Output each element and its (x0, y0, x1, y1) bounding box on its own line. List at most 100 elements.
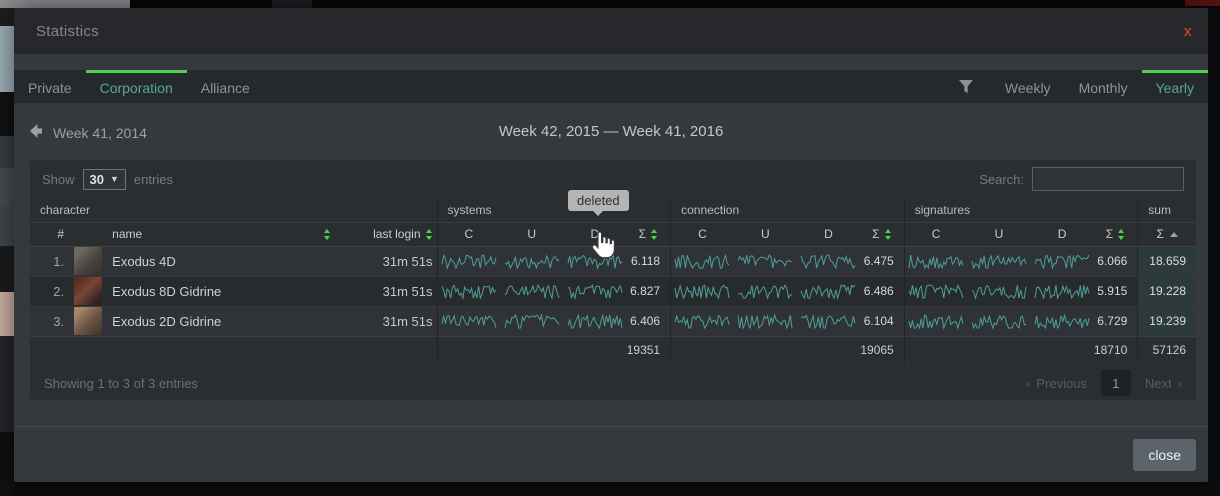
connection-sum-value: 6.104 (860, 306, 904, 336)
background-gray-bar (0, 0, 130, 8)
week-navigation: Week 41, 2014 Week 42, 2015 — Week 41, 2… (14, 118, 1208, 152)
tab-alliance[interactable]: Alliance (187, 70, 264, 103)
sparkline-chart (441, 312, 497, 330)
column-header-signatures-u[interactable]: U (967, 222, 1030, 246)
row-total-value: 19.228 (1138, 276, 1196, 306)
column-header-name[interactable]: name (106, 222, 331, 246)
tab-monthly[interactable]: Monthly (1065, 70, 1142, 103)
name-header-label: name (112, 227, 142, 241)
column-header-connection-d[interactable]: D (797, 222, 860, 246)
sparkline-chart (1034, 312, 1090, 330)
grand-total: 57126 (1138, 336, 1196, 364)
sparkline-chart (1034, 252, 1090, 270)
last-login-value: 31m 51s (331, 276, 437, 306)
show-label: Show (42, 172, 75, 187)
character-avatar (74, 247, 102, 275)
connection-sum-value: 6.486 (860, 276, 904, 306)
sparkline-chart (971, 282, 1027, 300)
group-header-sum[interactable]: sum (1138, 198, 1196, 222)
background-page-edge (0, 8, 14, 496)
week-range-title: Week 42, 2015 — Week 41, 2016 (14, 123, 1208, 140)
chevron-right-icon: › (1178, 376, 1182, 391)
sparkline-chart (971, 312, 1027, 330)
systems-sum-value: 6.827 (626, 276, 670, 306)
sparkline-chart (800, 282, 856, 300)
systems-total: 19351 (437, 336, 671, 364)
character-name: Exodus 8D Gidrine (106, 276, 331, 306)
group-header-character[interactable]: character (30, 198, 437, 222)
signatures-total: 18710 (904, 336, 1138, 364)
column-header-systems-c[interactable]: C (437, 222, 500, 246)
sort-ascending-icon (1170, 232, 1178, 237)
close-icon[interactable]: x (1184, 24, 1192, 39)
column-header-total-sum[interactable]: Σ (1138, 222, 1196, 246)
column-header-systems-sum[interactable]: Σ (626, 222, 670, 246)
column-header-signatures-d[interactable]: D (1031, 222, 1094, 246)
filter-icon[interactable] (941, 70, 991, 103)
connection-sum-value: 6.475 (860, 246, 904, 276)
previous-page-button[interactable]: ‹ Previous (1026, 376, 1087, 391)
table-row[interactable]: 3. Exodus 2D Gidrine 31m 51s 6.406 6.104 (30, 306, 1196, 336)
sparkline-chart (674, 312, 730, 330)
modal-title: Statistics (36, 23, 99, 40)
next-page-button[interactable]: Next › (1145, 376, 1182, 391)
page-number-button[interactable]: 1 (1101, 370, 1131, 396)
tab-private[interactable]: Private (14, 70, 86, 103)
page-size-value: 30 (90, 172, 104, 187)
column-header-systems-u[interactable]: U (500, 222, 563, 246)
column-header-rank[interactable]: # (30, 222, 72, 246)
row-rank: 3. (30, 306, 72, 336)
row-rank: 1. (30, 246, 72, 276)
statistics-table: character systems connection signatures … (30, 198, 1196, 364)
row-rank: 2. (30, 276, 72, 306)
sparkline-chart (504, 312, 560, 330)
sparkline-chart (737, 252, 793, 270)
pagination: ‹ Previous 1 Next › (1026, 370, 1182, 396)
previous-page-label: Previous (1036, 376, 1087, 391)
mouse-cursor (590, 230, 616, 265)
sigma-label: Σ (639, 227, 646, 241)
column-header-signatures-sum[interactable]: Σ (1094, 222, 1138, 246)
column-header-signatures-c[interactable]: C (904, 222, 967, 246)
column-header-last-login[interactable]: last login (331, 222, 437, 246)
sigma-label: Σ (1106, 227, 1113, 241)
tab-corporation[interactable]: Corporation (86, 70, 187, 103)
sparkline-chart (674, 282, 730, 300)
column-header-avatar (72, 222, 106, 246)
sparkline-chart (674, 252, 730, 270)
column-header-connection-sum[interactable]: Σ (860, 222, 904, 246)
sparkline-chart (908, 312, 964, 330)
group-header-connection[interactable]: connection (671, 198, 905, 222)
row-total-value: 19.239 (1138, 306, 1196, 336)
sparkline-chart (1034, 282, 1090, 300)
row-total-value: 18.659 (1138, 246, 1196, 276)
table-row[interactable]: 2. Exodus 8D Gidrine 31m 51s 6.827 6.486 (30, 276, 1196, 306)
tab-yearly[interactable]: Yearly (1142, 70, 1208, 103)
sparkline-chart (441, 282, 497, 300)
group-header-systems[interactable]: systems (437, 198, 671, 222)
sparkline-chart (800, 312, 856, 330)
sparkline-chart (504, 282, 560, 300)
systems-sum-value: 6.118 (626, 246, 670, 276)
column-header-connection-c[interactable]: C (671, 222, 734, 246)
next-page-label: Next (1145, 376, 1172, 391)
sort-icon (324, 229, 331, 240)
close-button[interactable]: close (1133, 439, 1196, 471)
chevron-left-icon: ‹ (1026, 376, 1030, 391)
last-login-value: 31m 51s (331, 306, 437, 336)
signatures-sum-value: 5.915 (1094, 276, 1138, 306)
sparkline-chart (908, 252, 964, 270)
connection-total: 19065 (671, 336, 905, 364)
sparkline-chart (800, 252, 856, 270)
tab-weekly[interactable]: Weekly (991, 70, 1065, 103)
modal-header: Statistics x (14, 8, 1208, 54)
sparkline-chart (737, 282, 793, 300)
character-avatar (74, 277, 102, 305)
character-avatar (74, 307, 102, 335)
group-header-signatures[interactable]: signatures (904, 198, 1138, 222)
search-input[interactable] (1032, 167, 1184, 191)
background-red-box (1185, 0, 1220, 6)
sparkline-chart (504, 252, 560, 270)
page-size-select[interactable]: 30 ▼ (83, 169, 126, 190)
column-header-connection-u[interactable]: U (734, 222, 797, 246)
